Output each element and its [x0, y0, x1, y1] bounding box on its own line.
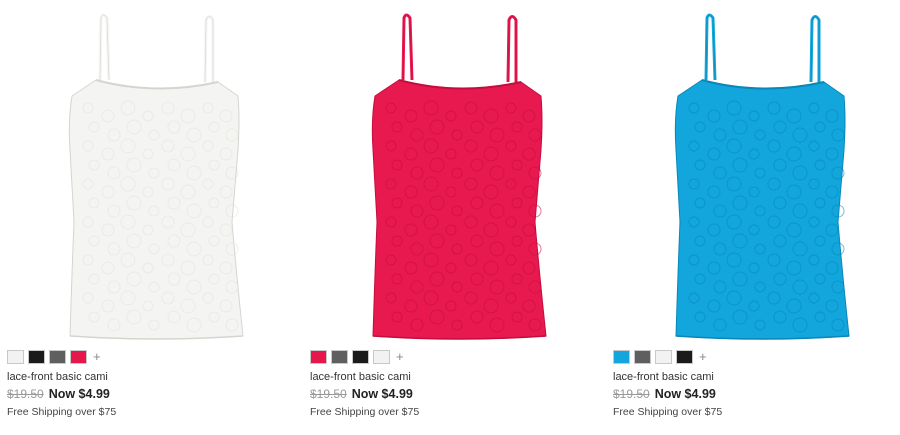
color-swatch[interactable] — [7, 350, 24, 364]
product-price: $19.50 Now $4.99 — [7, 387, 110, 401]
product-card[interactable]: + lace-front basic cami $19.50 Now $4.99 … — [0, 0, 300, 435]
color-swatch[interactable] — [373, 350, 390, 364]
product-name[interactable]: lace-front basic cami — [7, 371, 108, 383]
product-image[interactable] — [303, 0, 603, 340]
product-image[interactable] — [0, 0, 300, 340]
product-name[interactable]: lace-front basic cami — [310, 371, 411, 383]
color-swatch[interactable] — [676, 350, 693, 364]
original-price: $19.50 — [310, 387, 347, 401]
original-price: $19.50 — [613, 387, 650, 401]
product-grid: + lace-front basic cami $19.50 Now $4.99 … — [0, 0, 900, 435]
product-price: $19.50 Now $4.99 — [310, 387, 413, 401]
color-swatch[interactable] — [331, 350, 348, 364]
color-swatch[interactable] — [70, 350, 87, 364]
shipping-note: Free Shipping over $75 — [613, 406, 723, 418]
color-swatches: + — [310, 349, 404, 365]
product-price: $19.50 Now $4.99 — [613, 387, 716, 401]
color-swatch[interactable] — [352, 350, 369, 364]
more-colors-button[interactable]: + — [396, 350, 404, 364]
sale-price: Now $4.99 — [48, 387, 110, 401]
color-swatch[interactable] — [310, 350, 327, 364]
more-colors-button[interactable]: + — [699, 350, 707, 364]
sale-price: Now $4.99 — [351, 387, 413, 401]
color-swatch[interactable] — [613, 350, 630, 364]
color-swatch[interactable] — [49, 350, 66, 364]
color-swatch[interactable] — [28, 350, 45, 364]
more-colors-button[interactable]: + — [93, 350, 101, 364]
shipping-note: Free Shipping over $75 — [310, 406, 420, 418]
product-image[interactable] — [606, 0, 900, 340]
shipping-note: Free Shipping over $75 — [7, 406, 117, 418]
color-swatches: + — [613, 349, 707, 365]
color-swatches: + — [7, 349, 101, 365]
color-swatch[interactable] — [655, 350, 672, 364]
sale-price: Now $4.99 — [654, 387, 716, 401]
product-card[interactable]: + lace-front basic cami $19.50 Now $4.99 … — [303, 0, 603, 435]
product-name[interactable]: lace-front basic cami — [613, 371, 714, 383]
product-card[interactable]: + lace-front basic cami $19.50 Now $4.99 … — [606, 0, 900, 435]
original-price: $19.50 — [7, 387, 44, 401]
color-swatch[interactable] — [634, 350, 651, 364]
